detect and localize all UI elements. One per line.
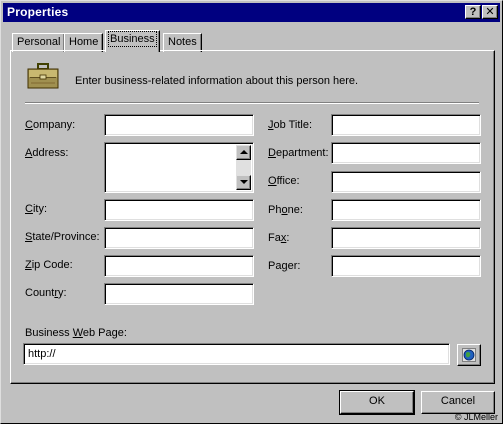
close-button[interactable]: ✕ xyxy=(482,5,498,19)
scroll-down-arrow-icon[interactable] xyxy=(236,175,251,190)
phone-field[interactable] xyxy=(331,199,481,221)
state-province-field[interactable] xyxy=(104,227,254,249)
country-label: Country: xyxy=(25,287,67,299)
pager-field[interactable] xyxy=(331,255,481,277)
tab-label: Business xyxy=(108,31,157,47)
company-field[interactable] xyxy=(104,114,254,136)
fax-field[interactable] xyxy=(331,227,481,249)
briefcase-icon xyxy=(27,63,59,89)
address-label: Address: xyxy=(25,147,69,159)
department-field[interactable] xyxy=(331,142,481,164)
cancel-button[interactable]: Cancel xyxy=(421,391,495,414)
credit-watermark: © JLMeller xyxy=(454,412,498,422)
department-label: Department: xyxy=(268,147,329,159)
city-label: City: xyxy=(25,203,48,215)
job-title-label: Job Title: xyxy=(268,119,313,131)
phone-label: Phone: xyxy=(268,204,303,216)
fax-label: Fax: xyxy=(268,232,290,244)
globe-browse-icon xyxy=(462,348,476,362)
tab-label: Home xyxy=(69,36,99,48)
address-field[interactable] xyxy=(104,142,254,193)
zip-code-field[interactable] xyxy=(104,255,254,277)
browse-web-page-button[interactable] xyxy=(457,344,481,366)
separator xyxy=(25,102,479,104)
ok-button[interactable]: OK xyxy=(339,390,415,415)
pager-label: Pager: xyxy=(268,260,301,272)
office-label: Office: xyxy=(268,175,300,187)
scroll-up-arrow-icon[interactable] xyxy=(236,145,251,160)
window-title: Properties xyxy=(7,5,69,19)
state-province-label: State/Province: xyxy=(25,231,100,243)
city-field[interactable] xyxy=(104,199,254,221)
company-label: Company: xyxy=(25,119,76,131)
tab-label: Notes xyxy=(168,36,197,48)
business-web-page-field[interactable] xyxy=(23,343,450,365)
tab-label: Personal xyxy=(17,36,61,48)
tab-business[interactable]: Business xyxy=(105,30,160,52)
address-scrollbar[interactable] xyxy=(236,145,251,190)
country-field[interactable] xyxy=(104,283,254,305)
office-field[interactable] xyxy=(331,171,481,193)
business-web-page-label: Business Web Page: xyxy=(25,327,127,339)
job-title-field[interactable] xyxy=(331,114,481,136)
help-button[interactable]: ? xyxy=(465,5,481,19)
zip-code-label: Zip Code: xyxy=(25,259,73,271)
title-bar: Properties ? ✕ xyxy=(3,3,500,22)
properties-dialog: Properties ? ✕ Personal Home Business No… xyxy=(0,0,503,424)
intro-text: Enter business-related information about… xyxy=(75,75,359,87)
